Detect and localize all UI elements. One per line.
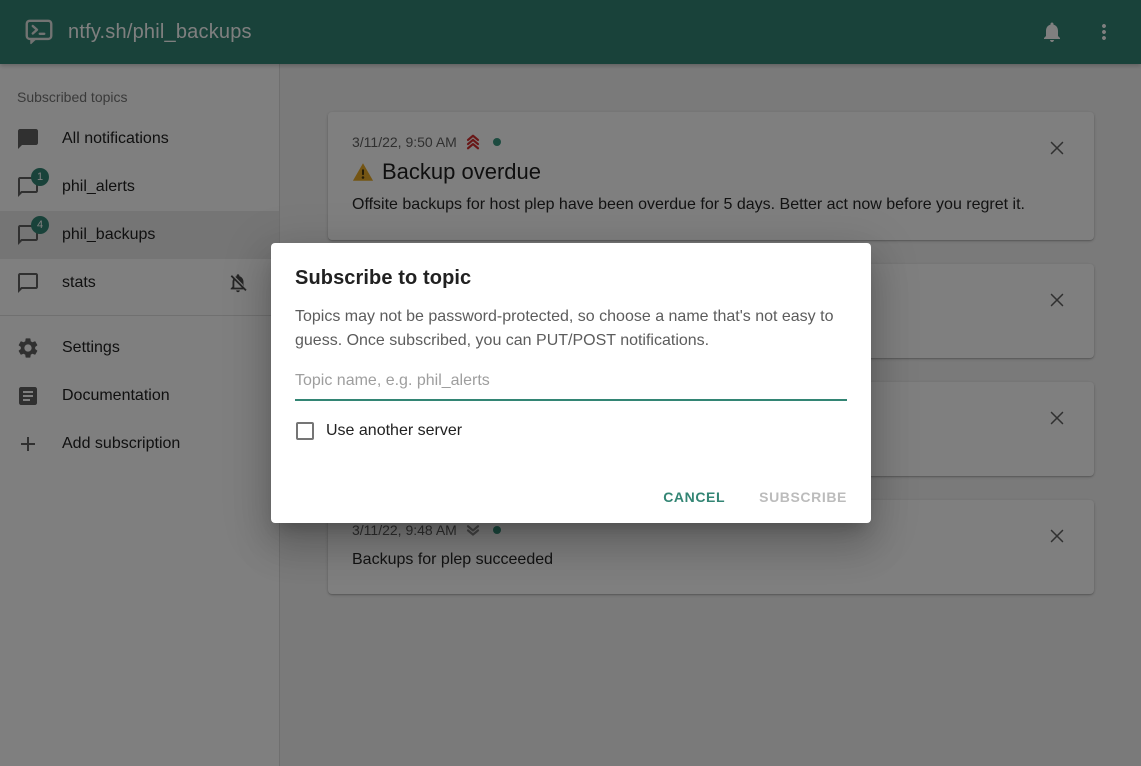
checkbox-label: Use another server <box>326 422 462 440</box>
dialog-title: Subscribe to topic <box>271 243 871 290</box>
subscribe-dialog: Subscribe to topic Topics may not be pas… <box>271 243 871 523</box>
topic-name-input[interactable] <box>295 369 847 401</box>
dialog-description: Topics may not be password-protected, so… <box>295 305 847 353</box>
checkbox-unchecked-icon[interactable] <box>296 422 314 440</box>
use-another-server-option[interactable]: Use another server <box>293 422 847 440</box>
cancel-button[interactable]: CANCEL <box>655 481 733 513</box>
subscribe-button[interactable]: SUBSCRIBE <box>751 481 855 513</box>
dialog-actions: CANCEL SUBSCRIBE <box>655 481 855 513</box>
